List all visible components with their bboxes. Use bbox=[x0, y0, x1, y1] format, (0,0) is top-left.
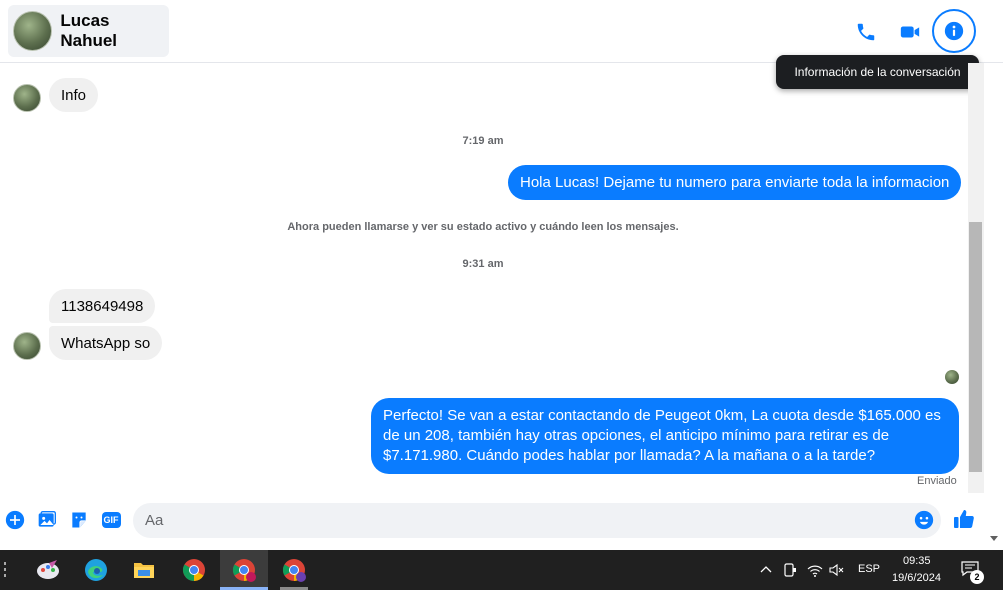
taskbar-app-paint[interactable] bbox=[24, 550, 72, 590]
window-edge bbox=[984, 63, 1003, 550]
taskbar-app-edge[interactable] bbox=[72, 550, 120, 590]
incoming-message[interactable]: 1138649498 bbox=[49, 289, 156, 323]
taskbar-app-chrome-profile-lock[interactable] bbox=[270, 550, 318, 590]
sticker-icon bbox=[72, 512, 86, 528]
outgoing-message[interactable]: Hola Lucas! Dejame tu numero para enviar… bbox=[508, 165, 962, 200]
chrome-icon bbox=[283, 559, 306, 582]
contact-name: Lucas Nahuel bbox=[60, 11, 118, 50]
input-language-indicator[interactable]: ESP bbox=[858, 563, 880, 575]
clock-time[interactable]: 09:35 bbox=[903, 555, 931, 567]
sent-status: Enviado bbox=[917, 475, 957, 487]
scroll-down-arrow-icon[interactable] bbox=[990, 536, 998, 541]
taskbar-app-chrome-profile-c[interactable] bbox=[220, 550, 268, 590]
clock-date[interactable]: 19/6/2024 bbox=[892, 572, 941, 584]
chrome-icon bbox=[183, 559, 205, 581]
meet-now-button[interactable] bbox=[783, 562, 797, 583]
emoji-icon bbox=[914, 510, 934, 530]
phone-call-button[interactable] bbox=[846, 12, 886, 52]
incoming-message[interactable]: Info bbox=[49, 78, 99, 112]
timestamp: 9:31 am bbox=[462, 258, 504, 270]
chrome-icon bbox=[233, 559, 256, 582]
device-icon bbox=[784, 563, 796, 577]
incoming-message[interactable]: WhatsApp so bbox=[49, 326, 163, 360]
system-notice: Ahora pueden llamarse y ver su estado ac… bbox=[287, 221, 679, 233]
message-line: $7.171.980. Cuándo podes hablar por llam… bbox=[383, 447, 876, 464]
taskbar-edge bbox=[4, 562, 6, 578]
seen-indicator-avatar bbox=[945, 370, 959, 384]
paint-palette-icon bbox=[37, 560, 59, 579]
scrollbar-thumb[interactable] bbox=[969, 222, 982, 472]
emoji-button[interactable] bbox=[913, 509, 935, 531]
video-camera-icon bbox=[900, 26, 920, 38]
taskbar-app-chrome[interactable] bbox=[170, 550, 218, 590]
sticker-button[interactable] bbox=[68, 509, 90, 531]
conversation-header: Lucas Nahuel bbox=[0, 0, 1003, 63]
phone-icon bbox=[857, 23, 875, 41]
message-line: de un 208, también hay otras opciones, e… bbox=[383, 427, 890, 444]
info-tooltip: Información de la conversación bbox=[776, 55, 979, 89]
plus-circle-icon bbox=[5, 510, 25, 530]
message-input-container[interactable] bbox=[133, 503, 941, 538]
conversation-info-button[interactable] bbox=[932, 9, 976, 53]
show-hidden-icons-button[interactable] bbox=[760, 563, 772, 581]
edge-browser-icon bbox=[85, 559, 107, 581]
message-input[interactable] bbox=[133, 503, 893, 538]
video-call-button[interactable] bbox=[890, 12, 930, 52]
contact-avatar-small bbox=[13, 332, 41, 360]
contact-avatar-small bbox=[13, 84, 41, 112]
volume-button[interactable] bbox=[829, 562, 845, 583]
message-line: Perfecto! Se van a estar contactando de … bbox=[383, 407, 941, 424]
gif-icon: GIF bbox=[101, 512, 121, 528]
contact-profile-button[interactable]: Lucas Nahuel bbox=[8, 5, 169, 57]
chevron-up-icon bbox=[760, 566, 772, 573]
gif-button[interactable]: GIF bbox=[100, 509, 122, 531]
contact-avatar bbox=[13, 11, 53, 51]
taskbar-app-file-explorer[interactable] bbox=[120, 550, 168, 590]
gif-label: GIF bbox=[103, 515, 119, 525]
thumbs-up-icon bbox=[954, 510, 974, 528]
outgoing-message[interactable]: Perfecto! Se van a estar contactando de … bbox=[371, 398, 959, 474]
wifi-icon bbox=[807, 565, 823, 577]
photo-icon bbox=[38, 510, 56, 527]
speaker-muted-icon bbox=[829, 563, 844, 577]
folder-icon bbox=[134, 563, 154, 578]
notification-badge: 2 bbox=[970, 570, 984, 584]
timestamp: 7:19 am bbox=[462, 135, 504, 147]
more-actions-button[interactable] bbox=[4, 509, 26, 531]
attach-photo-button[interactable] bbox=[36, 509, 58, 531]
network-button[interactable] bbox=[807, 562, 823, 583]
send-like-button[interactable] bbox=[952, 507, 976, 531]
info-icon bbox=[944, 21, 964, 41]
